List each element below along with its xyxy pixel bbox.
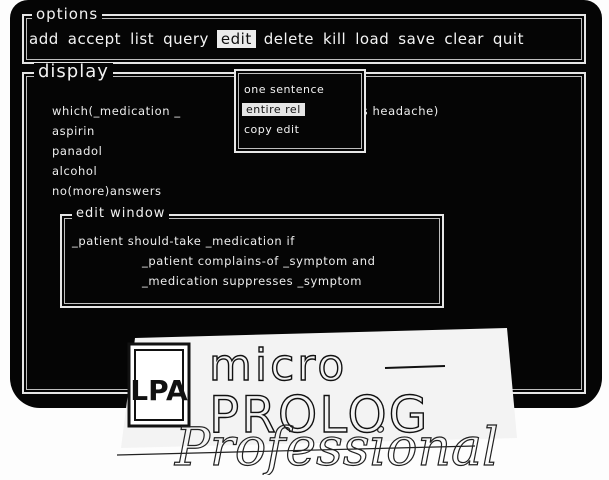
options-title: options xyxy=(32,5,103,23)
logo-badge-text: LPA xyxy=(130,374,188,407)
menu-load[interactable]: load xyxy=(354,30,390,48)
menu-kill[interactable]: kill xyxy=(322,30,347,48)
edit-window: edit window _patient should-take _medica… xyxy=(60,205,444,308)
edit-line-3[interactable]: _medication suppresses _symptom xyxy=(142,274,362,288)
logo-micro-text: micro xyxy=(209,340,347,391)
popup-copy-edit[interactable]: copy edit xyxy=(244,123,299,136)
query-text-left: which(_medication _ xyxy=(52,104,181,118)
popup-entire-rel[interactable]: entire rel xyxy=(242,103,305,116)
menu-clear[interactable]: clear xyxy=(443,30,485,48)
popup-one-sentence[interactable]: one sentence xyxy=(244,83,324,96)
result-aspirin: aspirin xyxy=(52,124,95,138)
query-text-right: es headache) xyxy=(354,104,439,118)
menu-list[interactable]: list xyxy=(129,30,155,48)
edit-line-2[interactable]: _patient complains-of _symptom and xyxy=(142,254,376,268)
menu-edit[interactable]: edit xyxy=(216,30,256,48)
options-menu: add accept list query edit delete kill l… xyxy=(28,30,525,48)
menu-add[interactable]: add xyxy=(28,30,60,48)
menu-accept[interactable]: accept xyxy=(67,30,122,48)
edit-line-1[interactable]: _patient should-take _medication if xyxy=(72,234,295,248)
display-title: display xyxy=(34,63,113,81)
edit-window-title: edit window xyxy=(72,205,170,223)
micro-prolog-logo: LPA micro PROLOG Professional xyxy=(116,328,517,475)
edit-popup-menu: one sentence entire rel copy edit xyxy=(234,69,366,153)
options-panel: options add accept list query edit delet… xyxy=(22,5,586,64)
result-alcohol: alcohol xyxy=(52,164,98,178)
menu-query[interactable]: query xyxy=(162,30,210,48)
menu-quit[interactable]: quit xyxy=(492,30,525,48)
menu-save[interactable]: save xyxy=(397,30,436,48)
menu-delete[interactable]: delete xyxy=(263,30,315,48)
result-panadol: panadol xyxy=(52,144,103,158)
result-no-more-answers: no(more)answers xyxy=(52,184,162,198)
lpa-badge-icon: LPA xyxy=(127,342,191,428)
